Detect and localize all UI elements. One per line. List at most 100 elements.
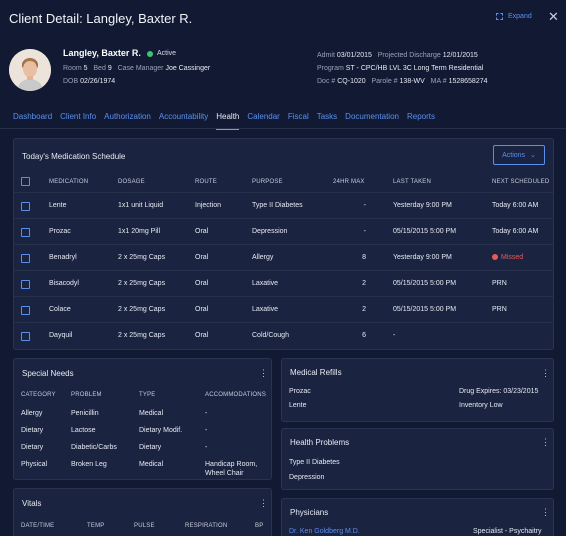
more-options-icon[interactable]: ⋮ [541, 369, 550, 378]
table-cell: 1x1 unit Liquid [118, 202, 164, 209]
column-header: TEMP [87, 523, 105, 529]
page-title: Client Detail: Langley, Baxter R. [9, 11, 193, 26]
table-cell: Oral [195, 332, 209, 339]
table-cell: Laxative [252, 280, 279, 287]
table-cell: - [363, 228, 366, 235]
table-cell: Today 6:00 AM [492, 202, 539, 209]
close-icon[interactable]: ✕ [548, 9, 559, 25]
row-checkbox[interactable] [21, 280, 30, 289]
column-header: CATEGORY [21, 392, 56, 398]
actions-label: Actions [502, 151, 526, 159]
table-cell: 05/15/2015 5:00 PM [393, 306, 457, 313]
tab-fiscal[interactable]: Fiscal [288, 112, 309, 128]
missed-status: Missed [492, 254, 523, 261]
row-divider [14, 296, 553, 297]
table-cell: - [393, 332, 396, 339]
tab-calendar[interactable]: Calendar [247, 112, 279, 128]
tab-accountability[interactable]: Accountability [159, 112, 208, 128]
dob-info: DOB 02/26/1974 [63, 78, 116, 85]
more-options-icon[interactable]: ⋮ [259, 369, 268, 378]
tab-health[interactable]: Health [216, 112, 240, 130]
table-cell: 2 [362, 280, 366, 287]
table-cell: Oral [195, 228, 209, 235]
row-divider [14, 270, 553, 271]
physician-link[interactable]: Dr. Ken Goldberg M.D. [289, 528, 360, 535]
physician-specialty: Specialist - Psychaitry [473, 528, 542, 535]
table-cell: Yesterday 9:00 PM [393, 254, 452, 261]
modal-header: Client Detail: Langley, Baxter R. Expand… [0, 0, 566, 38]
refill-status: Inventory Low [459, 402, 503, 409]
tab-documentation[interactable]: Documentation [345, 112, 399, 128]
program-info: Program ST - CPC/HB LVL 3C Long Term Res… [317, 65, 484, 72]
alert-icon [492, 254, 498, 260]
table-cell: 2 x 25mg Caps [118, 280, 166, 287]
health-problem-item: Type II Diabetes [289, 459, 340, 466]
table-cell: Colace [49, 306, 71, 313]
table-cell: 05/15/2015 5:00 PM [393, 280, 457, 287]
row-checkbox[interactable] [21, 202, 30, 211]
column-header: ACCOMMODATIONS [205, 392, 267, 398]
table-cell: - [205, 444, 208, 451]
table-cell: 6 [362, 332, 366, 339]
table-cell: Dayquil [49, 332, 73, 339]
more-options-icon[interactable]: ⋮ [541, 438, 550, 447]
table-cell: PRN [492, 306, 507, 313]
expand-button[interactable]: Expand [496, 13, 532, 20]
expand-icon [496, 13, 503, 20]
table-cell: - [363, 202, 366, 209]
expand-label: Expand [508, 13, 532, 20]
health-problems-title: Health Problems [290, 438, 350, 447]
select-all-checkbox[interactable] [21, 177, 30, 186]
column-header: LAST TAKEN [393, 179, 432, 185]
table-cell: Dietary [21, 427, 44, 434]
row-divider [14, 322, 553, 323]
table-cell: Type II Diabetes [252, 202, 303, 209]
row-checkbox[interactable] [21, 332, 30, 341]
status-active-dot [147, 51, 153, 57]
column-header: BP [255, 523, 264, 529]
table-cell: Yesterday 9:00 PM [393, 202, 452, 209]
actions-button[interactable]: Actions ⌄ [493, 145, 545, 165]
more-options-icon[interactable]: ⋮ [541, 508, 550, 517]
tab-reports[interactable]: Reports [407, 112, 435, 128]
avatar [9, 49, 51, 91]
tab-authorization[interactable]: Authorization [104, 112, 151, 128]
column-header: DOSAGE [118, 179, 145, 185]
table-cell: Oral [195, 306, 209, 313]
refill-item: Prozac [289, 388, 311, 395]
room-bed-info: Room 5 Bed 9 Case Manager Joe Cassinger [63, 65, 211, 72]
table-cell: - [205, 410, 208, 417]
column-header: PURPOSE [252, 179, 283, 185]
tab-client-info[interactable]: Client Info [60, 112, 96, 128]
admit-info: Admit 03/01/2015 Projected Discharge 12/… [317, 52, 478, 59]
table-cell: Prozac [49, 228, 71, 235]
column-header: RESPIRATION [185, 523, 228, 529]
table-cell: Cold/Cough [252, 332, 289, 339]
table-cell: Dietary [21, 444, 44, 451]
vitals-title: Vitals [22, 499, 42, 508]
medical-refills-title: Medical Refills [290, 368, 342, 377]
table-cell: 8 [362, 254, 366, 261]
row-divider [14, 192, 553, 193]
table-cell: 2 x 25mg Caps [118, 254, 166, 261]
table-cell: Today 6:00 AM [492, 228, 539, 235]
column-header: MEDICATION [49, 179, 89, 185]
tab-tasks[interactable]: Tasks [317, 112, 337, 128]
row-checkbox[interactable] [21, 306, 30, 315]
table-cell: Penicillin [71, 410, 99, 417]
more-options-icon[interactable]: ⋮ [259, 499, 268, 508]
status-badge: Active [157, 50, 177, 57]
table-cell: Wheel Chair [205, 470, 244, 477]
table-cell: 2 x 25mg Caps [118, 306, 166, 313]
table-cell: Diabetic/Carbs [71, 444, 117, 451]
table-cell: Depression [252, 228, 288, 235]
table-cell: 1x1 20mg Pill [118, 228, 161, 235]
tab-dashboard[interactable]: Dashboard [13, 112, 52, 128]
row-checkbox[interactable] [21, 254, 30, 263]
column-header: NEXT SCHEDULED [492, 179, 550, 185]
chevron-down-icon: ⌄ [530, 152, 536, 159]
row-checkbox[interactable] [21, 228, 30, 237]
tab-bar: Dashboard Client Info Authorization Account… [13, 112, 443, 130]
table-cell: Allergy [252, 254, 274, 261]
table-cell: Medical [139, 410, 164, 417]
